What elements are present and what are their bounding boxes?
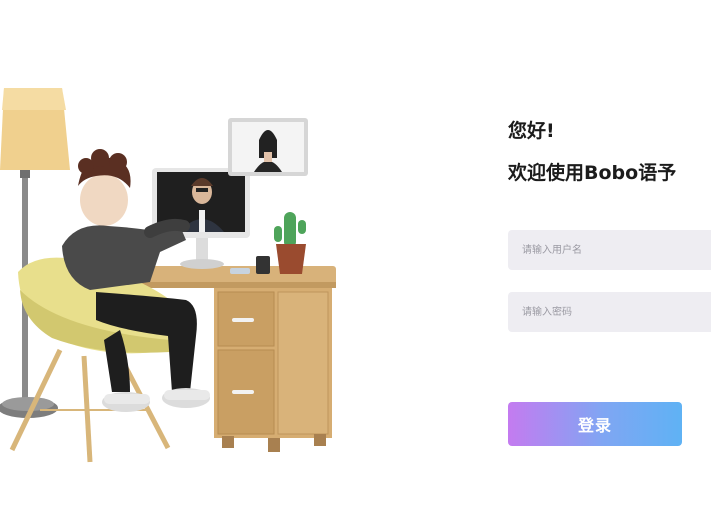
monitor: [152, 168, 250, 269]
cactus-plant: [274, 212, 306, 274]
login-button[interactable]: 登录: [508, 402, 682, 446]
floor-lamp: [0, 88, 70, 418]
login-page: 您好! 欢迎使用Bobo语予 登录: [0, 0, 711, 506]
greeting-text: 您好!: [508, 120, 555, 142]
welcome-title: 欢迎使用Bobo语予: [508, 162, 677, 184]
login-panel: 您好! 欢迎使用Bobo语予 登录: [508, 118, 711, 446]
office-illustration: [0, 88, 336, 463]
video-call-window: [228, 118, 308, 176]
password-input[interactable]: [508, 292, 711, 332]
username-input[interactable]: [508, 230, 711, 270]
desk-items: [230, 256, 270, 274]
